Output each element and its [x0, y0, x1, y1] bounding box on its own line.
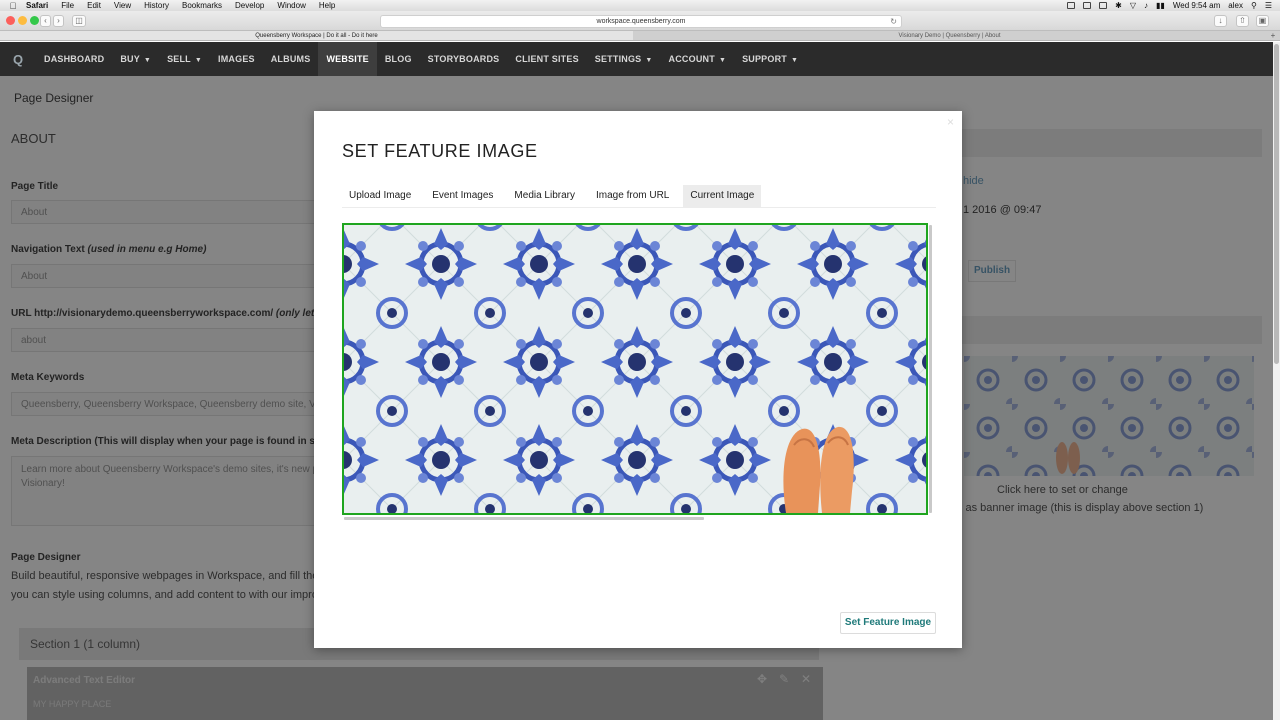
tab-event-images[interactable]: Event Images	[425, 185, 500, 207]
macos-menubar:  Safari File Edit View History Bookmark…	[0, 0, 1280, 11]
new-tab-icon[interactable]: +	[1266, 31, 1280, 40]
nav-website[interactable]: WEBSITE	[318, 42, 377, 76]
tab-upload-image[interactable]: Upload Image	[342, 185, 418, 207]
nav-storyboards[interactable]: STORYBOARDS	[420, 42, 508, 76]
status-icon[interactable]	[1083, 2, 1092, 9]
menu-bookmarks[interactable]: Bookmarks	[182, 1, 222, 10]
tab-image-from-url[interactable]: Image from URL	[589, 185, 676, 207]
browser-tabs: Queensberry Workspace | Do it all - Do i…	[0, 31, 1280, 41]
spotlight-icon[interactable]: ⚲	[1251, 1, 1257, 10]
chevron-down-icon: ▼	[194, 57, 203, 64]
tab-visionary-about[interactable]: Visionary Demo | Queensberry | About	[633, 31, 1266, 40]
nav-label: SELL	[167, 54, 191, 64]
set-feature-image-button[interactable]: Set Feature Image	[840, 612, 936, 634]
tabs-overview-icon[interactable]: ▣	[1256, 15, 1269, 27]
nav-dashboard[interactable]: DASHBOARD	[36, 42, 112, 76]
wifi-icon[interactable]: ▽	[1130, 1, 1136, 10]
nav-label: SUPPORT	[742, 54, 787, 64]
close-icon[interactable]: ×	[947, 115, 954, 129]
reload-icon[interactable]: ↻	[890, 16, 897, 28]
chevron-down-icon: ▼	[645, 57, 653, 64]
battery-icon[interactable]: ▮▮	[1156, 1, 1165, 10]
chevron-down-icon: ▼	[718, 57, 727, 64]
browser-toolbar: ‹ › ◫ workspace.queensberry.com ↻ ↓ ⇧ ▣	[0, 11, 1280, 31]
nav-account[interactable]: ACCOUNT ▼	[661, 42, 735, 76]
scrollbar-thumb[interactable]	[1274, 44, 1279, 364]
menu-file[interactable]: File	[61, 1, 74, 10]
address-bar[interactable]: workspace.queensberry.com ↻	[380, 15, 902, 28]
chevron-down-icon: ▼	[790, 57, 799, 64]
menu-history[interactable]: History	[144, 1, 169, 10]
tab-media-library[interactable]: Media Library	[507, 185, 582, 207]
nav-sell[interactable]: SELL ▼	[159, 42, 210, 76]
modal-tabs: Upload Image Event Images Media Library …	[342, 185, 936, 208]
nav-albums[interactable]: ALBUMS	[263, 42, 319, 76]
menu-help[interactable]: Help	[319, 1, 335, 10]
menubar-status: ✱ ▽ ♪ ▮▮ Wed 9:54 am alex ⚲ ☰	[1067, 1, 1280, 10]
menu-window[interactable]: Window	[277, 1, 305, 10]
tile-floor-photo	[344, 225, 926, 513]
minimize-window-icon[interactable]	[18, 16, 27, 25]
status-icon[interactable]	[1099, 2, 1108, 9]
close-window-icon[interactable]	[6, 16, 15, 25]
user-name[interactable]: alex	[1228, 1, 1243, 10]
sidebar-icon[interactable]: ◫	[72, 15, 86, 27]
menu-develop[interactable]: Develop	[235, 1, 264, 10]
set-feature-image-modal: × SET FEATURE IMAGE Upload Image Event I…	[314, 111, 962, 648]
tab-current-image[interactable]: Current Image	[683, 185, 762, 207]
nav-label: SETTINGS	[594, 54, 642, 64]
queensberry-logo[interactable]: Q	[0, 52, 36, 67]
nav-support[interactable]: SUPPORT ▼	[734, 42, 806, 76]
menu-list-icon[interactable]: ☰	[1265, 1, 1272, 10]
back-icon[interactable]: ‹	[40, 15, 51, 27]
bluetooth-icon[interactable]: ✱	[1115, 1, 1122, 10]
nav-label: DASHBOARD	[44, 54, 105, 64]
share-icon[interactable]: ⇧	[1236, 15, 1249, 27]
nav-label: BLOG	[384, 54, 412, 64]
volume-icon[interactable]: ♪	[1144, 1, 1148, 10]
tab-workspace[interactable]: Queensberry Workspace | Do it all - Do i…	[0, 31, 633, 40]
zoom-window-icon[interactable]	[30, 16, 39, 25]
menu-edit[interactable]: Edit	[87, 1, 101, 10]
preview-horizontal-scrollbar[interactable]	[344, 517, 704, 520]
nav-label: ALBUMS	[270, 54, 311, 64]
nav-label: STORYBOARDS	[427, 54, 500, 64]
clock[interactable]: Wed 9:54 am	[1173, 1, 1220, 10]
preview-vertical-scrollbar[interactable]	[929, 225, 932, 513]
nav-label: BUY	[120, 54, 140, 64]
nav-settings[interactable]: SETTINGS ▼	[587, 42, 661, 76]
nav-label: IMAGES	[218, 54, 255, 64]
url-text: workspace.queensberry.com	[596, 18, 686, 25]
modal-title: SET FEATURE IMAGE	[342, 141, 538, 161]
app-navigation: Q DASHBOARD BUY ▼ SELL ▼ IMAGES ALBUMS WEB…	[0, 42, 1280, 76]
menu-app-name[interactable]: Safari	[26, 1, 48, 10]
nav-label: ACCOUNT	[668, 54, 715, 64]
chevron-down-icon: ▼	[143, 57, 152, 64]
apple-icon[interactable]: 	[0, 1, 26, 11]
nav-label: CLIENT SITES	[515, 54, 579, 64]
nav-blog[interactable]: BLOG	[377, 42, 420, 76]
current-image-preview[interactable]	[342, 223, 928, 515]
page-scrollbar[interactable]	[1273, 42, 1280, 720]
status-icon[interactable]	[1067, 2, 1076, 9]
forward-icon[interactable]: ›	[53, 15, 64, 27]
downloads-icon[interactable]: ↓	[1214, 15, 1227, 27]
nav-label: WEBSITE	[326, 54, 369, 64]
nav-images[interactable]: IMAGES	[210, 42, 263, 76]
nav-buy[interactable]: BUY ▼	[112, 42, 159, 76]
nav-client-sites[interactable]: CLIENT SITES	[507, 42, 586, 76]
menu-view[interactable]: View	[114, 1, 131, 10]
